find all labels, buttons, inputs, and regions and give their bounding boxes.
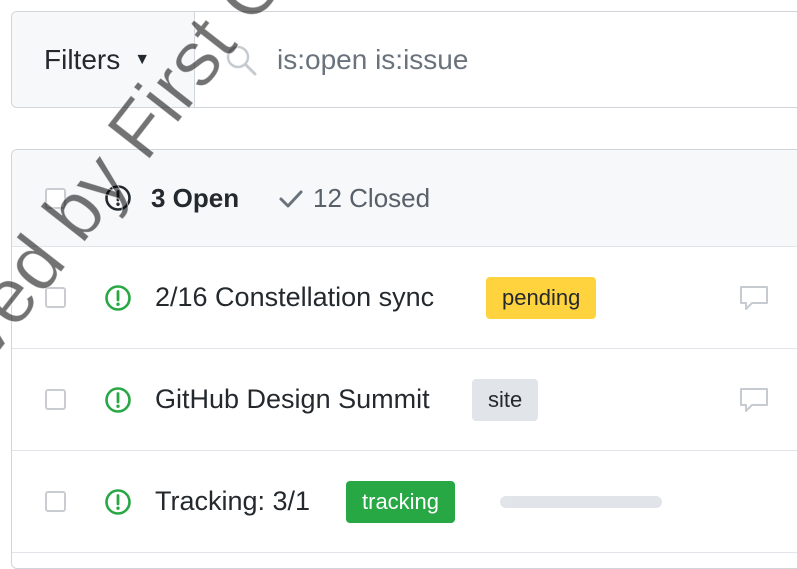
select-all-checkbox[interactable] [45, 187, 66, 209]
issue-row: 2/16 Constellation sync pending [12, 247, 797, 349]
issues-list: 3 Open 12 Closed 2/16 Constellation sync… [11, 149, 797, 569]
search-icon [226, 45, 257, 75]
comment-icon[interactable] [738, 284, 770, 312]
comment-icon[interactable] [738, 386, 770, 414]
issue-row: Tracking: 3/1 tracking [12, 451, 797, 553]
issue-opened-icon [104, 184, 132, 212]
issue-label[interactable]: tracking [346, 480, 456, 523]
issue-opened-icon [104, 488, 132, 516]
issue-filter-bar: Filters ▼ [11, 11, 797, 108]
issues-list-header: 3 Open 12 Closed [12, 150, 797, 247]
issue-title-link[interactable]: 2/16 Constellation sync [155, 282, 434, 313]
progress-bar [500, 495, 662, 508]
check-icon [279, 190, 303, 208]
closed-issues-tab[interactable]: 12 Closed [277, 183, 430, 214]
search-input[interactable] [275, 42, 699, 77]
issue-title-link[interactable]: Tracking: 3/1 [155, 486, 310, 517]
issue-checkbox[interactable] [45, 287, 66, 308]
closed-issues-count: 12 Closed [313, 182, 431, 213]
issue-checkbox[interactable] [45, 491, 66, 512]
issue-opened-icon [104, 386, 132, 414]
issue-opened-icon [104, 284, 132, 312]
issue-label[interactable]: pending [486, 276, 597, 319]
filters-dropdown-button[interactable]: Filters ▼ [12, 12, 195, 107]
search-box[interactable] [195, 12, 797, 107]
open-issues-tab[interactable]: 3 Open [151, 183, 239, 214]
caret-down-icon: ▼ [134, 50, 151, 68]
issue-row: GitHub Design Summit site [12, 349, 797, 451]
issue-label[interactable]: site [472, 378, 539, 421]
issue-title-link[interactable]: GitHub Design Summit [155, 384, 430, 415]
issue-checkbox[interactable] [45, 389, 66, 410]
filters-label: Filters [44, 43, 121, 75]
